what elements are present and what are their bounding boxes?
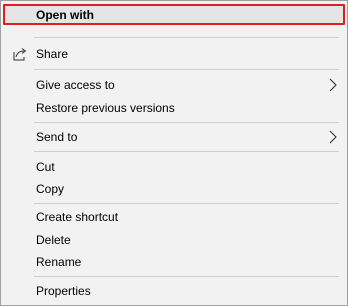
menu-item-cut[interactable]: Cut: [3, 156, 345, 178]
menu-item-properties[interactable]: Properties: [3, 280, 345, 302]
menu-item-label: Create shortcut: [36, 210, 119, 224]
menu-item-open-with[interactable]: Open with: [3, 4, 345, 25]
context-menu: Open with Share Give access to Restore p…: [0, 0, 348, 306]
chevron-right-icon: [328, 78, 338, 92]
menu-item-label: Properties: [36, 284, 91, 298]
menu-item-label: Give access to: [36, 78, 115, 92]
menu-separator: [34, 37, 339, 38]
chevron-right-icon: [328, 130, 338, 144]
menu-item-restore-previous-versions[interactable]: Restore previous versions: [3, 97, 345, 119]
menu-item-send-to[interactable]: Send to: [3, 126, 345, 148]
menu-item-label: Rename: [36, 255, 82, 269]
menu-item-share[interactable]: Share: [3, 43, 345, 65]
menu-item-label: Cut: [36, 160, 55, 174]
menu-item-label: Share: [36, 47, 69, 61]
share-icon: [12, 46, 28, 62]
menu-item-copy[interactable]: Copy: [3, 178, 345, 200]
menu-item-label: Copy: [36, 182, 65, 196]
menu-item-rename[interactable]: Rename: [3, 251, 345, 273]
menu-item-create-shortcut[interactable]: Create shortcut: [3, 206, 345, 228]
menu-separator: [34, 122, 339, 123]
menu-separator: [34, 276, 339, 277]
menu-item-delete[interactable]: Delete: [3, 229, 345, 251]
menu-item-label: Restore previous versions: [36, 101, 175, 115]
menu-separator: [34, 203, 339, 204]
menu-item-give-access-to[interactable]: Give access to: [3, 74, 345, 96]
menu-item-label: Send to: [36, 130, 78, 144]
menu-separator: [34, 151, 339, 152]
menu-item-label: Open with: [36, 7, 94, 22]
menu-separator: [34, 69, 339, 70]
menu-item-label: Delete: [36, 233, 71, 247]
